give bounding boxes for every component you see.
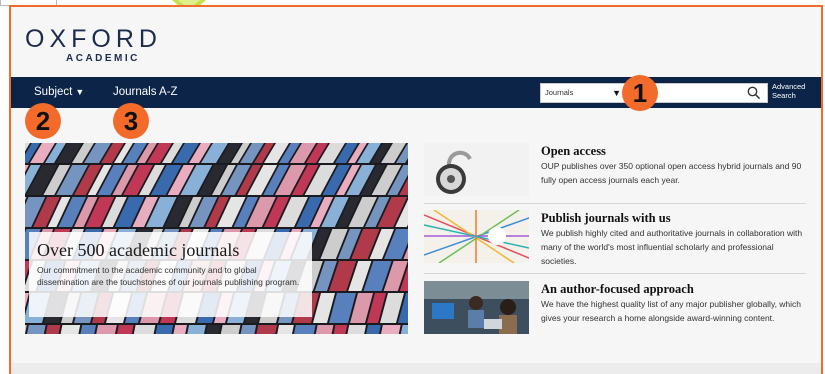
annotation-badge-3: 3 <box>113 103 149 139</box>
hero-banner[interactable]: Over 500 academic journals Our commitmen… <box>25 143 408 334</box>
authors-photo-icon <box>424 281 529 334</box>
feature-divider <box>424 203 806 204</box>
feature-divider <box>424 273 806 274</box>
feature-title[interactable]: Publish journals with us <box>541 210 671 226</box>
nav-subject-label: Subject <box>34 86 73 98</box>
hero-caption-card: Over 500 academic journals Our commitmen… <box>29 232 312 317</box>
website-frame: OXFORD ACADEMIC Subject ▼ Journals A-Z Jo… <box>9 5 823 374</box>
footer-band <box>11 363 821 374</box>
advanced-search-link[interactable]: Advanced Search <box>772 82 805 100</box>
feature-title[interactable]: Open access <box>541 143 606 159</box>
padlock-icon <box>424 143 529 196</box>
logo-wordmark-top: OXFORD <box>25 25 162 53</box>
feature-publish-with-us: Publish journals with us We publish high… <box>424 210 806 270</box>
author-image <box>424 281 529 334</box>
annotation-badge-1: 1 <box>622 75 658 111</box>
network-threads-icon <box>424 210 529 263</box>
caret-down-icon: ▼ <box>75 87 85 97</box>
logo-wordmark-bottom: ACADEMIC <box>66 53 140 64</box>
nav-subject-menu[interactable]: Subject ▼ <box>34 85 84 100</box>
feature-description: We have the highest quality list of any … <box>541 299 802 323</box>
search-icon[interactable] <box>747 86 761 100</box>
advanced-search-line2: Search <box>772 91 796 100</box>
hero-description: Our commitment to the academic community… <box>37 265 300 287</box>
annotation-badge-2: 2 <box>25 103 61 139</box>
advanced-search-line1: Advanced <box>772 82 806 91</box>
open-access-image <box>424 143 529 196</box>
feature-title[interactable]: An author-focused approach <box>541 281 694 297</box>
search-scope-select[interactable]: Journals ▼ <box>540 83 628 103</box>
search-scope-value: Journals <box>545 88 574 97</box>
feature-author-focused: An author-focused approach We have the h… <box>424 281 806 341</box>
oxford-academic-logo[interactable]: OXFORD ACADEMIC <box>25 27 162 65</box>
nav-journals-a-z[interactable]: Journals A-Z <box>113 85 178 100</box>
feature-description: We publish highly cited and authoritativ… <box>541 228 803 266</box>
feature-description: OUP publishes over 350 optional open acc… <box>541 161 802 185</box>
hero-title: Over 500 academic journals <box>37 240 240 260</box>
select-caret-icon: ▼ <box>612 88 621 98</box>
publish-image <box>424 210 529 263</box>
site-header: OXFORD ACADEMIC <box>11 7 821 77</box>
feature-open-access: Open access OUP publishes over 350 optio… <box>424 143 806 197</box>
